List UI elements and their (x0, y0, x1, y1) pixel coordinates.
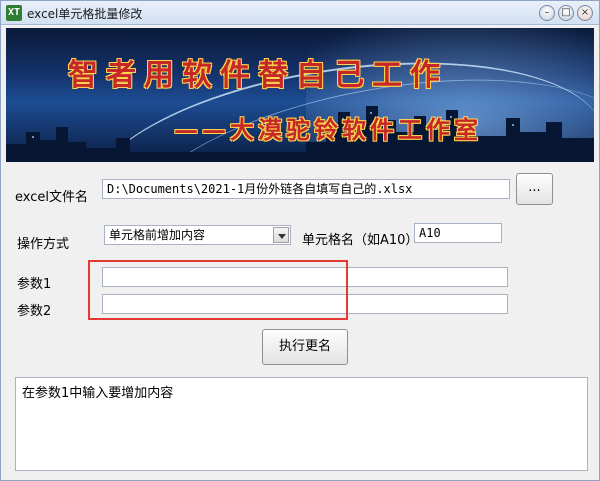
minimize-icon[interactable]: – (539, 5, 555, 21)
browse-button[interactable]: ... (516, 173, 553, 205)
mode-selected-value: 单元格前增加内容 (109, 228, 206, 242)
app-window: XT excel单元格批量修改 – □ × 智者用软件替自己工作 ——大漠驼铃软… (0, 0, 600, 481)
output-text: 在参数1中输入要增加内容 (22, 386, 174, 401)
highlight-box (88, 260, 348, 320)
chevron-down-icon[interactable] (273, 227, 289, 243)
mode-select[interactable]: 单元格前增加内容 (104, 225, 291, 245)
maximize-icon[interactable]: □ (558, 5, 574, 21)
window-title: excel单元格批量修改 (27, 7, 143, 21)
banner-image: 智者用软件替自己工作 ——大漠驼铃软件工作室 (6, 28, 594, 162)
param2-label: 参数2 (17, 304, 52, 319)
file-label: excel文件名 (15, 190, 88, 205)
app-icon: XT (6, 5, 22, 21)
mode-label: 操作方式 (17, 237, 70, 252)
close-icon[interactable]: × (577, 5, 593, 21)
banner-slogan-main: 智者用软件替自己工作 (68, 58, 448, 93)
run-rename-button[interactable]: 执行更名 (262, 329, 348, 365)
file-path-input[interactable]: D:\Documents\2021-1月份外链各自填写自己的.xlsx (102, 179, 510, 199)
output-textarea[interactable]: 在参数1中输入要增加内容 (15, 377, 588, 471)
banner-slogan-sub: ——大漠驼铃软件工作室 (174, 115, 482, 144)
cell-name-input[interactable]: A10 (414, 223, 502, 243)
cell-label: 单元格名（如A10） (302, 233, 419, 248)
param1-label: 参数1 (17, 277, 52, 292)
title-bar[interactable]: XT excel单元格批量修改 – □ × (1, 1, 599, 25)
